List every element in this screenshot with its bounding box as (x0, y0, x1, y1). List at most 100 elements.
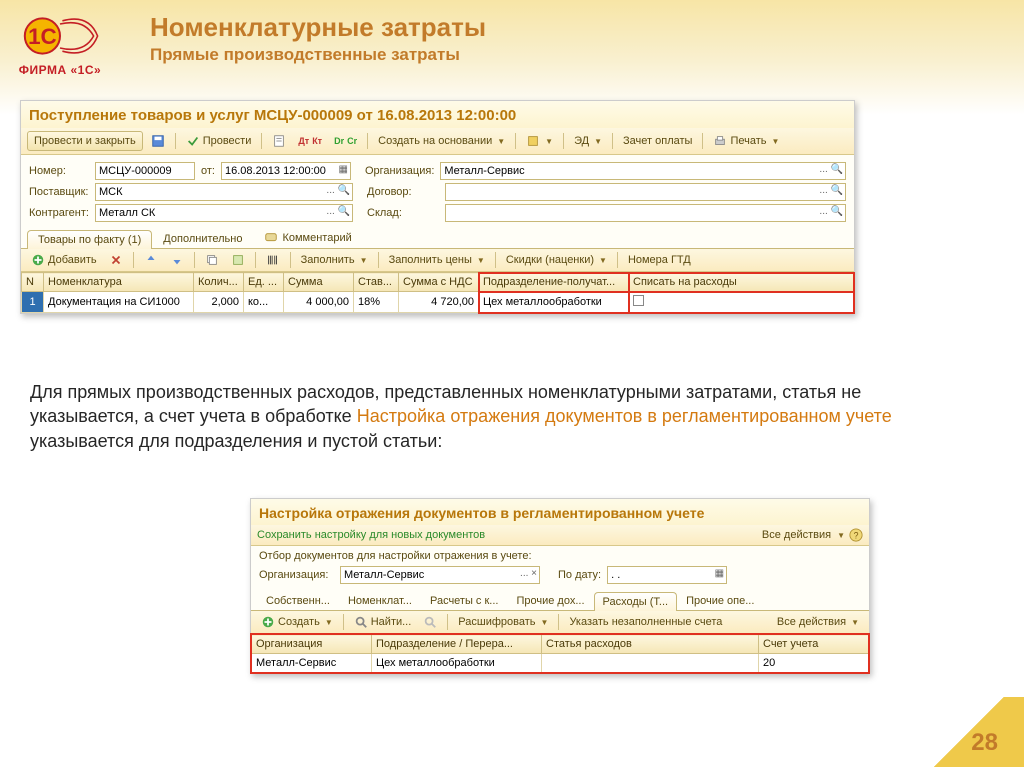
fill-prices-button[interactable]: Заполнить цены▼ (385, 254, 489, 266)
print-button[interactable]: Печать▼ (709, 134, 783, 148)
org-select-icon[interactable]: ... 🔍 (819, 164, 843, 175)
post-and-close-button[interactable]: Провести и закрыть (27, 131, 143, 151)
settings-date-picker-icon[interactable]: ▦ (715, 568, 724, 579)
attach-icon[interactable]: ▼ (522, 134, 557, 148)
org-label: Организация: (365, 165, 434, 177)
tab-nomen[interactable]: Номенклат... (339, 591, 421, 610)
settings-org-input[interactable]: Металл-Сервис... × (340, 566, 540, 584)
save-icon[interactable] (147, 134, 169, 148)
offset-button[interactable]: Зачет оплаты (619, 135, 696, 147)
contract-select-icon[interactable]: ... 🔍 (819, 185, 843, 196)
number-input[interactable]: МСЦУ-000009 (95, 162, 195, 180)
all-actions-top[interactable]: Все действия▼ ? (762, 528, 863, 542)
tab-calc[interactable]: Расчеты с к... (421, 591, 508, 610)
date-picker-icon[interactable]: ▦ (339, 164, 348, 175)
fill-button[interactable]: Заполнить▼ (297, 254, 372, 266)
settings-date-input[interactable]: . .▦ (607, 566, 727, 584)
unfilled-button[interactable]: Указать незаполненные счета (565, 616, 726, 628)
table-row[interactable]: 1 Документация на СИ1000 2,000 ко... 4 0… (22, 292, 854, 313)
cell-rate[interactable]: 18% (354, 292, 399, 313)
col-dept[interactable]: Подразделение-получат... (479, 273, 629, 292)
cell-dept[interactable]: Цех металлообработки (479, 292, 629, 313)
cell2-account[interactable]: 20 (759, 654, 869, 673)
report-icon[interactable] (268, 134, 290, 148)
decode-button[interactable]: Расшифровать▼ (454, 616, 552, 628)
col-sum[interactable]: Сумма (284, 273, 354, 292)
help-icon[interactable]: ? (849, 528, 863, 542)
post-button[interactable]: Провести (182, 134, 256, 148)
plus-icon (31, 253, 45, 267)
supplier-label: Поставщик: (29, 186, 89, 198)
goods-table: N Номенклатура Колич... Ед. ... Сумма Ст… (21, 272, 854, 313)
sklad-select-icon[interactable]: ... 🔍 (819, 206, 843, 217)
tab-other-ops[interactable]: Прочие опе... (677, 591, 763, 610)
tab-comment[interactable]: Комментарий (253, 227, 362, 248)
cell2-org[interactable]: Металл-Сервис (252, 654, 372, 673)
description-paragraph: Для прямых производственных расходов, пр… (30, 380, 970, 453)
ed-button[interactable]: ЭД▼ (570, 135, 606, 147)
create-button[interactable]: Создать▼ (257, 615, 337, 629)
cell2-dept[interactable]: Цех металлообработки (372, 654, 542, 673)
col-qty[interactable]: Колич... (194, 273, 244, 292)
page-title: Номенклатурные затраты (150, 12, 486, 43)
gtd-button[interactable]: Номера ГТД (624, 254, 695, 266)
svg-text:1C: 1C (28, 24, 57, 49)
find-button[interactable]: Найти... (350, 615, 416, 629)
contract-input[interactable]: ... 🔍 (445, 183, 846, 201)
comment-icon (264, 231, 278, 245)
date-input[interactable]: 16.08.2013 12:00:00▦ (221, 162, 351, 180)
col-nomen[interactable]: Номенклатура (44, 273, 194, 292)
settings-org-select-icon[interactable]: ... × (520, 568, 537, 579)
writeoff-checkbox[interactable] (633, 295, 644, 306)
tab-additional[interactable]: Дополнительно (152, 229, 253, 248)
contragent-select-icon[interactable]: ... 🔍 (326, 206, 350, 217)
cell-nomen[interactable]: Документация на СИ1000 (44, 292, 194, 313)
cell-sum[interactable]: 4 000,00 (284, 292, 354, 313)
settings-grid-toolbar: Создать▼ Найти... Расшифровать▼ Указать … (251, 611, 869, 634)
clear-find-icon[interactable] (419, 615, 441, 629)
page-number: 28 (971, 729, 998, 757)
barcode-icon[interactable] (262, 253, 284, 267)
contragent-input[interactable]: Металл СК... 🔍 (95, 204, 353, 222)
cell-n[interactable]: 1 (22, 292, 44, 313)
svg-text:?: ? (854, 531, 859, 541)
col-rate[interactable]: Став... (354, 273, 399, 292)
supplier-input[interactable]: МСК... 🔍 (95, 183, 353, 201)
cell-qty[interactable]: 2,000 (194, 292, 244, 313)
col2-account[interactable]: Счет учета (759, 635, 869, 654)
receipt-tabs: Товары по факту (1) Дополнительно Коммен… (21, 227, 854, 249)
col-sum-vat[interactable]: Сумма с НДС (399, 273, 479, 292)
add-row-button[interactable]: Добавить (27, 253, 101, 267)
org-input[interactable]: Металл-Сервис... 🔍 (440, 162, 846, 180)
col-unit[interactable]: Ед. ... (244, 273, 284, 292)
search-icon (354, 615, 368, 629)
create-based-button[interactable]: Создать на основании▼ (374, 135, 509, 147)
drcr-icon[interactable]: DrCr (330, 136, 361, 146)
supplier-select-icon[interactable]: ... 🔍 (326, 185, 350, 196)
all-actions-bottom[interactable]: Все действия▼ (773, 616, 863, 628)
tab-goods[interactable]: Товары по факту (1) (27, 230, 152, 249)
logo-caption: ФИРМА «1С» (15, 63, 105, 77)
delete-row-icon[interactable] (105, 253, 127, 267)
table-row[interactable]: Металл-Сервис Цех металлообработки 20 (252, 654, 869, 673)
cell-unit[interactable]: ко... (244, 292, 284, 313)
save-settings-link[interactable]: Сохранить настройку для новых документов (257, 529, 485, 541)
dtkt-icon[interactable]: ДтКт (294, 136, 326, 146)
tab-expenses[interactable]: Расходы (Т... (594, 592, 678, 611)
col2-article[interactable]: Статья расходов (542, 635, 759, 654)
move-up-icon[interactable] (140, 253, 162, 267)
col2-org[interactable]: Организация (252, 635, 372, 654)
col-writeoff[interactable]: Списать на расходы (629, 273, 854, 292)
cell2-article[interactable] (542, 654, 759, 673)
cell-sum-vat[interactable]: 4 720,00 (399, 292, 479, 313)
col-n[interactable]: N (22, 273, 44, 292)
move-down-icon[interactable] (166, 253, 188, 267)
discounts-button[interactable]: Скидки (наценки)▼ (502, 254, 611, 266)
col2-dept[interactable]: Подразделение / Перера... (372, 635, 542, 654)
tab-other-income[interactable]: Прочие дох... (507, 591, 593, 610)
cell-writeoff[interactable] (629, 292, 854, 313)
sklad-input[interactable]: ... 🔍 (445, 204, 846, 222)
paste-icon[interactable] (227, 253, 249, 267)
tab-own[interactable]: Собственн... (257, 591, 339, 610)
copy-icon[interactable] (201, 253, 223, 267)
